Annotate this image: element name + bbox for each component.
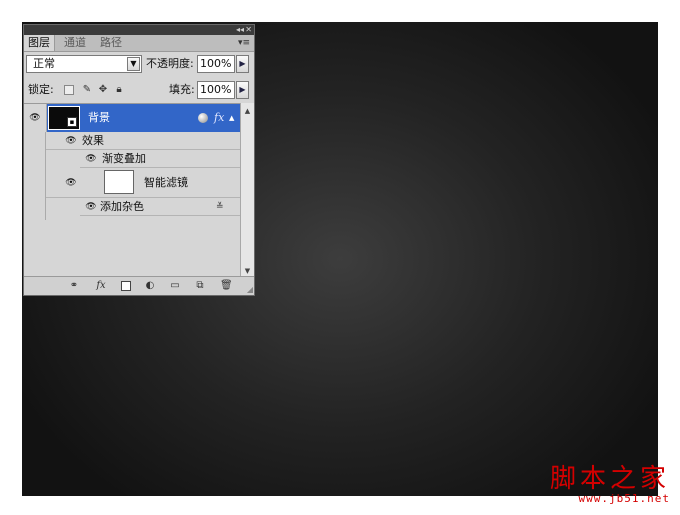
blend-mode-select[interactable]: 正常 ▼: [26, 55, 142, 73]
lock-label: 锁定:: [28, 83, 54, 96]
eye-icon[interactable]: 👁︎: [28, 113, 42, 123]
blending-options-icon[interactable]: ≚: [216, 202, 224, 212]
move-icon[interactable]: ✥: [97, 84, 109, 96]
fill-label: 填充:: [169, 83, 195, 96]
lock-fill-row: 锁定: ✎ ✥ 🔒︎ 填充: 100% ▶: [26, 81, 252, 101]
eye-icon[interactable]: 👁︎: [84, 202, 98, 212]
chevron-down-icon[interactable]: ▼: [127, 57, 140, 71]
watermark-title: 脚本之家: [549, 464, 670, 494]
collapse-icon[interactable]: ◂◂: [236, 25, 244, 35]
filter-name: 添加杂色: [100, 200, 144, 213]
opacity-input[interactable]: 100%: [197, 55, 235, 73]
layers-scrollbar[interactable]: ▲ ▼: [240, 103, 254, 279]
eye-icon[interactable]: 👁︎: [64, 136, 78, 146]
panel-menu-icon[interactable]: ▾≡: [238, 35, 250, 51]
layers-panel: ◂◂ ✕ 图层 通道 路径 ▾≡ 正常 ▼ 不透明度: 100% ▶ 锁定: ✎…: [23, 24, 255, 296]
fx-icon[interactable]: fx: [214, 104, 224, 132]
visibility-cell: 👁︎: [24, 104, 47, 132]
trash-icon[interactable]: 🗑︎: [220, 280, 233, 292]
effects-label: 效果: [82, 134, 104, 147]
filter-mask-thumbnail[interactable]: [104, 170, 134, 194]
effect-name: 渐变叠加: [102, 152, 146, 165]
watermark: 脚本之家 www.jb51.net: [550, 465, 670, 505]
layer-thumbnail: ▪: [48, 106, 80, 130]
brush-icon[interactable]: ✎: [81, 84, 93, 96]
fill-slider-button[interactable]: ▶: [236, 81, 249, 99]
tab-paths[interactable]: 路径: [96, 35, 126, 51]
filter-row-add-noise[interactable]: 👁︎ 添加杂色 ≚: [80, 198, 240, 216]
layer-row-background[interactable]: 👁︎ ▪ 背景 fx ▲: [24, 104, 240, 132]
close-icon[interactable]: ✕: [245, 25, 252, 35]
effects-row[interactable]: 👁︎ 效果: [46, 132, 240, 150]
layer-name: 背景: [88, 111, 110, 124]
resize-grip-icon[interactable]: ◢: [247, 286, 253, 294]
lock-transparent-icon[interactable]: [64, 85, 74, 95]
smart-filters-label: 智能滤镜: [144, 176, 188, 189]
eye-icon[interactable]: 👁︎: [84, 154, 98, 164]
fill-input[interactable]: 100%: [197, 81, 235, 99]
tab-layers[interactable]: 图层: [24, 35, 55, 51]
opacity-slider-button[interactable]: ▶: [236, 55, 249, 73]
blend-opacity-row: 正常 ▼ 不透明度: 100% ▶: [26, 55, 252, 75]
watermark-url: www.jb51.net: [578, 492, 670, 505]
effect-row-gradient-overlay[interactable]: 👁︎ 渐变叠加: [80, 150, 240, 168]
panel-title-bar[interactable]: ◂◂ ✕: [24, 25, 254, 35]
panel-tabs: 图层 通道 路径 ▾≡: [24, 35, 254, 52]
smart-object-icon: [198, 113, 208, 123]
tab-channels[interactable]: 通道: [60, 35, 90, 51]
expand-caret-icon[interactable]: ▲: [229, 104, 234, 132]
eye-icon[interactable]: 👁︎: [64, 178, 78, 188]
opacity-label: 不透明度:: [146, 57, 194, 70]
layers-list: 👁︎ ▪ 背景 fx ▲ 👁︎ 效果 👁︎ 渐变叠加 👁︎ 智能滤镜 👁︎ 添加…: [24, 103, 240, 280]
mask-icon[interactable]: [121, 281, 131, 291]
scroll-up-icon[interactable]: ▲: [242, 105, 253, 117]
smart-filters-row[interactable]: 👁︎ 智能滤镜: [46, 168, 240, 198]
fx-icon[interactable]: fx: [92, 280, 110, 292]
blend-mode-value: 正常: [33, 57, 55, 70]
smart-object-badge-icon: ▪: [67, 117, 77, 127]
sub-visibility-column: [24, 132, 46, 220]
lock-icon[interactable]: 🔒︎: [113, 84, 125, 96]
adjustment-icon[interactable]: ◐: [144, 280, 156, 292]
panel-bottom-toolbar: ⚭ fx ◐ ▭ ⧉ 🗑︎ ◢: [24, 276, 254, 295]
link-icon[interactable]: ⚭: [66, 280, 82, 292]
new-layer-icon[interactable]: ⧉: [194, 280, 206, 292]
folder-icon[interactable]: ▭: [169, 280, 181, 292]
